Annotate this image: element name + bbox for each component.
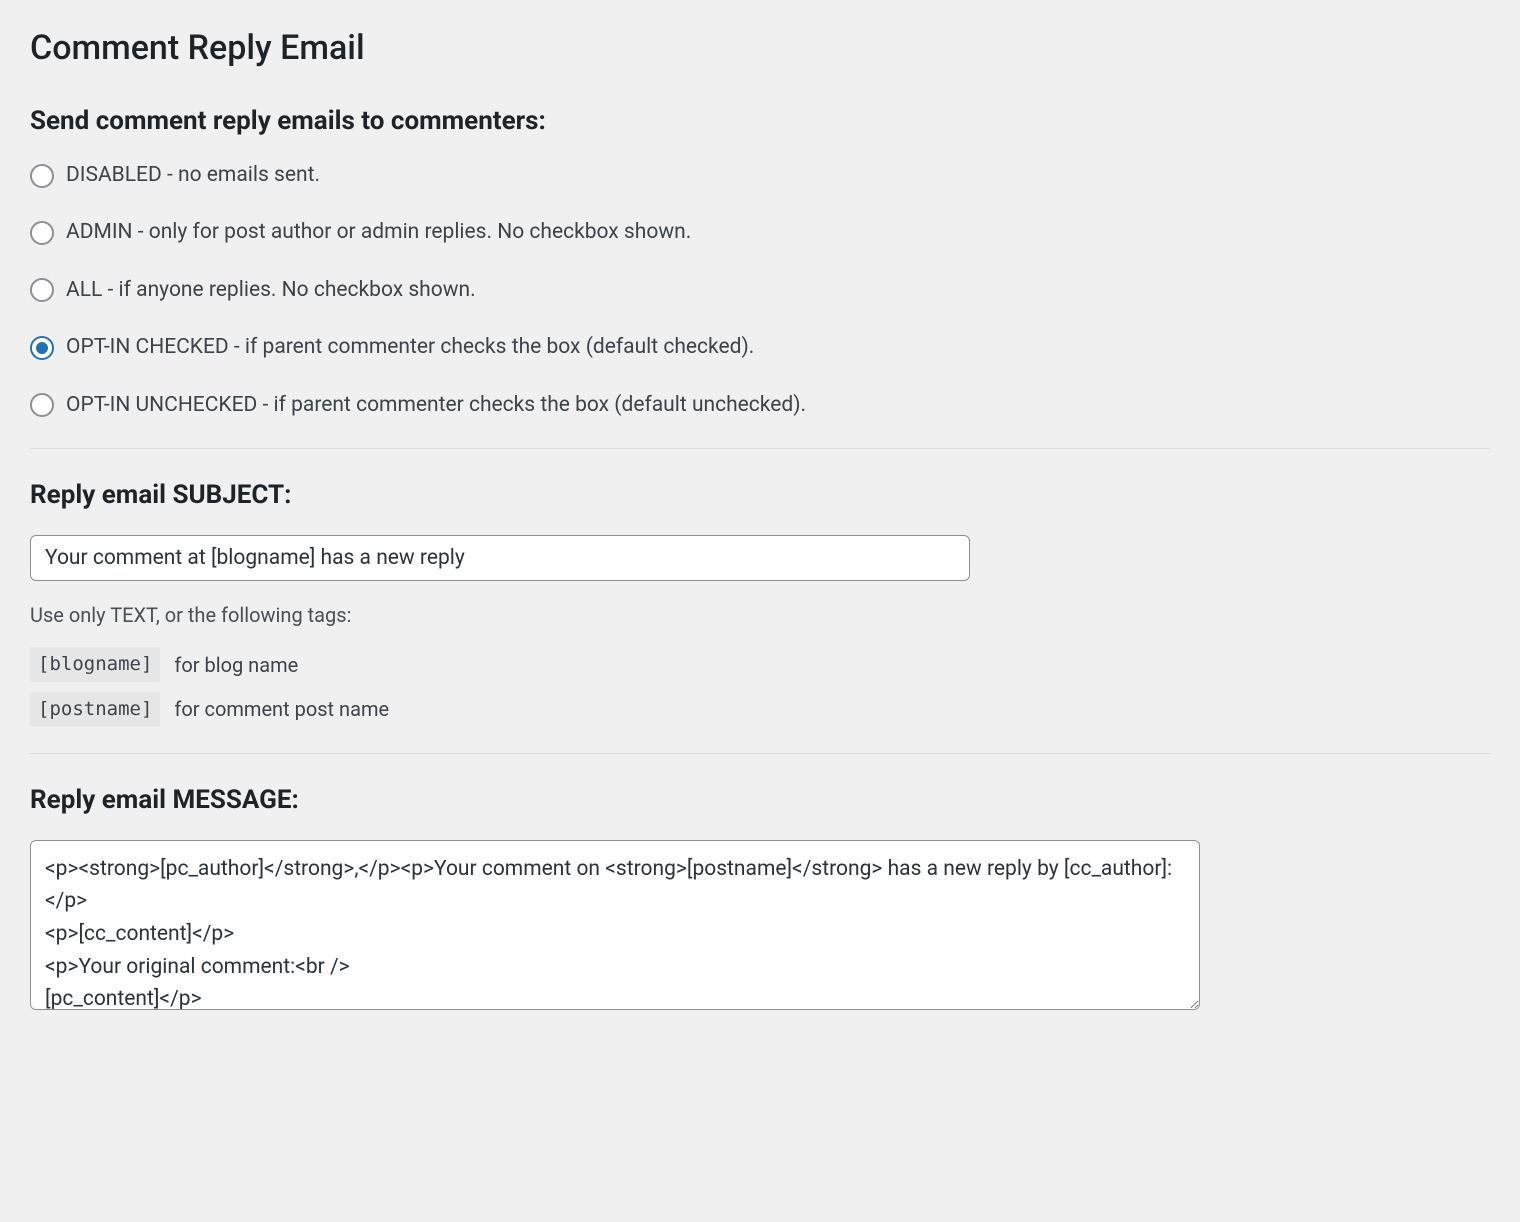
radio-icon bbox=[30, 336, 54, 360]
divider bbox=[30, 448, 1490, 449]
radio-option-all[interactable]: ALL - if anyone replies. No checkbox sho… bbox=[30, 276, 1490, 305]
radio-icon bbox=[30, 221, 54, 245]
radio-label: DISABLED - no emails sent. bbox=[66, 161, 320, 190]
tag-row-postname: [postname] for comment post name bbox=[30, 692, 1490, 727]
radio-icon bbox=[30, 393, 54, 417]
subject-tag-list: [blogname] for blog name [postname] for … bbox=[30, 647, 1490, 726]
message-textarea[interactable] bbox=[30, 840, 1200, 1010]
tag-desc: for blog name bbox=[174, 651, 298, 679]
radio-label: ADMIN - only for post author or admin re… bbox=[66, 218, 691, 247]
subject-hint: Use only TEXT, or the following tags: bbox=[30, 601, 1490, 629]
radio-option-optin-checked[interactable]: OPT-IN CHECKED - if parent commenter che… bbox=[30, 333, 1490, 362]
radio-option-disabled[interactable]: DISABLED - no emails sent. bbox=[30, 161, 1490, 190]
tag-chip: [postname] bbox=[30, 692, 160, 727]
message-heading: Reply email MESSAGE: bbox=[30, 782, 1490, 818]
radio-icon bbox=[30, 164, 54, 188]
send-mode-section: Send comment reply emails to commenters:… bbox=[30, 103, 1490, 420]
subject-input[interactable] bbox=[30, 535, 970, 581]
page-title: Comment Reply Email bbox=[30, 25, 1490, 73]
send-mode-heading: Send comment reply emails to commenters: bbox=[30, 103, 1490, 139]
divider bbox=[30, 753, 1490, 754]
radio-label: OPT-IN CHECKED - if parent commenter che… bbox=[66, 333, 754, 362]
radio-label: OPT-IN UNCHECKED - if parent commenter c… bbox=[66, 391, 806, 420]
tag-row-blogname: [blogname] for blog name bbox=[30, 647, 1490, 682]
radio-icon bbox=[30, 278, 54, 302]
message-section: Reply email MESSAGE: bbox=[30, 782, 1490, 1017]
radio-option-optin-unchecked[interactable]: OPT-IN UNCHECKED - if parent commenter c… bbox=[30, 391, 1490, 420]
radio-option-admin[interactable]: ADMIN - only for post author or admin re… bbox=[30, 218, 1490, 247]
tag-chip: [blogname] bbox=[30, 647, 160, 682]
subject-heading: Reply email SUBJECT: bbox=[30, 477, 1490, 513]
send-mode-radio-group: DISABLED - no emails sent. ADMIN - only … bbox=[30, 161, 1490, 420]
subject-section: Reply email SUBJECT: Use only TEXT, or t… bbox=[30, 477, 1490, 727]
radio-label: ALL - if anyone replies. No checkbox sho… bbox=[66, 276, 476, 305]
tag-desc: for comment post name bbox=[174, 695, 389, 723]
